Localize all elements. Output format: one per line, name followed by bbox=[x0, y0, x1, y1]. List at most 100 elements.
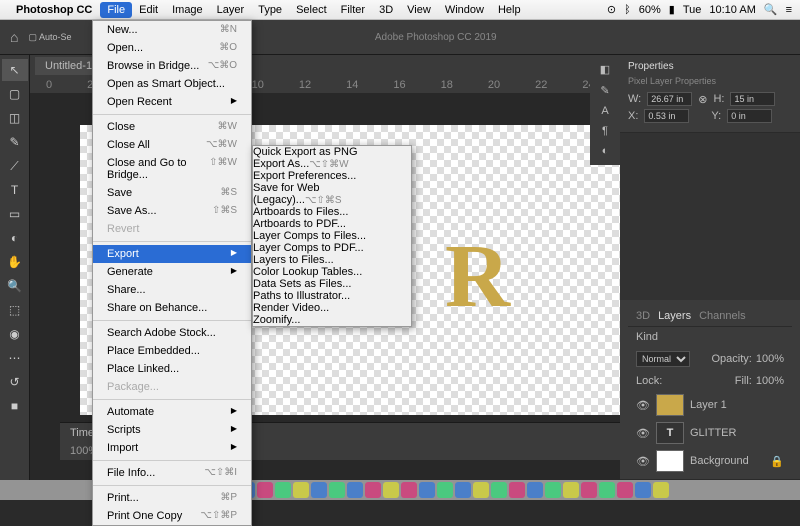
menu-item-automate[interactable]: Automate bbox=[93, 403, 251, 421]
menu-item-zoomify-[interactable]: Zoomify... bbox=[253, 314, 411, 326]
bluetooth-icon[interactable]: ᛒ bbox=[624, 4, 631, 16]
menu-item-open-[interactable]: Open...⌘O bbox=[93, 39, 251, 57]
dock-app-7[interactable] bbox=[257, 482, 273, 498]
dock-app-24[interactable] bbox=[563, 482, 579, 498]
menu-item-share-[interactable]: Share... bbox=[93, 281, 251, 299]
tool-7[interactable]: ◐ bbox=[2, 227, 28, 249]
tool-2[interactable]: ◫ bbox=[2, 107, 28, 129]
panel-icon[interactable]: ¶ bbox=[602, 125, 608, 137]
dock-app-17[interactable] bbox=[437, 482, 453, 498]
dock-app-14[interactable] bbox=[383, 482, 399, 498]
tool-5[interactable]: T bbox=[2, 179, 28, 201]
panel-icon[interactable]: ✎ bbox=[600, 84, 609, 97]
visibility-icon[interactable]: 👁 bbox=[636, 399, 650, 412]
menu-item-export[interactable]: Export bbox=[93, 245, 251, 263]
dock-app-26[interactable] bbox=[599, 482, 615, 498]
tool-0[interactable]: ↖ bbox=[2, 59, 28, 81]
dock-app-16[interactable] bbox=[419, 482, 435, 498]
tab-layers[interactable]: Layers bbox=[658, 310, 691, 322]
menu-item-print-one-copy[interactable]: Print One Copy⌥⇧⌘P bbox=[93, 507, 251, 525]
dock-app-29[interactable] bbox=[653, 482, 669, 498]
menu-item-scripts[interactable]: Scripts bbox=[93, 421, 251, 439]
menu-item-layers-to-files-[interactable]: Layers to Files... bbox=[253, 254, 411, 266]
menu-item-save-as-[interactable]: Save As...⇧⌘S bbox=[93, 202, 251, 220]
menu-item-export-preferences-[interactable]: Export Preferences... bbox=[253, 170, 411, 182]
tool-1[interactable]: ▢ bbox=[2, 83, 28, 105]
panel-icon[interactable]: ◐ bbox=[602, 145, 609, 157]
menu-edit[interactable]: Edit bbox=[132, 2, 165, 18]
menu-image[interactable]: Image bbox=[165, 2, 210, 18]
menu-item-close[interactable]: Close⌘W bbox=[93, 118, 251, 136]
dock-app-15[interactable] bbox=[401, 482, 417, 498]
menu-item-quick-export-as-png[interactable]: Quick Export as PNG bbox=[253, 146, 411, 158]
menu-file[interactable]: File bbox=[100, 2, 132, 18]
layer-row[interactable]: 👁TGLITTER bbox=[628, 419, 792, 447]
tool-3[interactable]: ✎ bbox=[2, 131, 28, 153]
menu-item-open-as-smart-object-[interactable]: Open as Smart Object... bbox=[93, 75, 251, 93]
auto-select[interactable]: ▢ Auto-Se bbox=[28, 32, 71, 43]
tool-4[interactable]: ⟋ bbox=[2, 155, 28, 177]
menu-item-close-all[interactable]: Close All⌥⌘W bbox=[93, 136, 251, 154]
tool-10[interactable]: ⬚ bbox=[2, 299, 28, 321]
notification-icon[interactable]: ≡ bbox=[786, 4, 792, 16]
menu-item-color-lookup-tables-[interactable]: Color Lookup Tables... bbox=[253, 266, 411, 278]
dock-app-27[interactable] bbox=[617, 482, 633, 498]
menu-item-export-as-[interactable]: Export As...⌥⇧⌘W bbox=[253, 158, 411, 170]
dock-app-19[interactable] bbox=[473, 482, 489, 498]
dock-app-10[interactable] bbox=[311, 482, 327, 498]
height-input[interactable] bbox=[730, 92, 775, 106]
x-input[interactable] bbox=[644, 109, 689, 123]
menu-item-browse-in-bridge-[interactable]: Browse in Bridge...⌥⌘O bbox=[93, 57, 251, 75]
menu-item-paths-to-illustrator-[interactable]: Paths to Illustrator... bbox=[253, 290, 411, 302]
dock-app-28[interactable] bbox=[635, 482, 651, 498]
menu-item-share-on-behance-[interactable]: Share on Behance... bbox=[93, 299, 251, 317]
menu-help[interactable]: Help bbox=[491, 2, 528, 18]
dock-app-9[interactable] bbox=[293, 482, 309, 498]
opacity-value[interactable]: 100% bbox=[756, 353, 784, 365]
menu-item-render-video-[interactable]: Render Video... bbox=[253, 302, 411, 314]
wifi-icon[interactable]: ⊙ bbox=[607, 3, 616, 16]
menu-item-close-and-go-to-bridge-[interactable]: Close and Go to Bridge...⇧⌘W bbox=[93, 154, 251, 184]
dock-app-8[interactable] bbox=[275, 482, 291, 498]
menu-item-import[interactable]: Import bbox=[93, 439, 251, 457]
menu-select[interactable]: Select bbox=[289, 2, 334, 18]
tool-8[interactable]: ✋ bbox=[2, 251, 28, 273]
tool-13[interactable]: ↺ bbox=[2, 371, 28, 393]
menu-item-place-linked-[interactable]: Place Linked... bbox=[93, 360, 251, 378]
dock-app-20[interactable] bbox=[491, 482, 507, 498]
dock-app-23[interactable] bbox=[545, 482, 561, 498]
tab-channels[interactable]: Channels bbox=[699, 310, 745, 322]
dock-app-13[interactable] bbox=[365, 482, 381, 498]
dock-app-18[interactable] bbox=[455, 482, 471, 498]
tool-11[interactable]: ◉ bbox=[2, 323, 28, 345]
tool-14[interactable]: ■ bbox=[2, 395, 28, 417]
blend-mode-select[interactable]: Normal bbox=[636, 351, 690, 367]
tool-12[interactable]: ⋯ bbox=[2, 347, 28, 369]
dock-app-25[interactable] bbox=[581, 482, 597, 498]
spotlight-icon[interactable]: 🔍 bbox=[764, 3, 778, 16]
dock-app-22[interactable] bbox=[527, 482, 543, 498]
fill-value[interactable]: 100% bbox=[756, 375, 784, 387]
tool-6[interactable]: ▭ bbox=[2, 203, 28, 225]
home-icon[interactable]: ⌂ bbox=[10, 29, 18, 45]
dock-app-21[interactable] bbox=[509, 482, 525, 498]
menu-3d[interactable]: 3D bbox=[372, 2, 400, 18]
dock-app-12[interactable] bbox=[347, 482, 363, 498]
link-icon[interactable]: ⊗ bbox=[698, 93, 707, 106]
menu-item-save-for-web-legacy-[interactable]: Save for Web (Legacy)...⌥⇧⌘S bbox=[253, 182, 411, 206]
menu-item-place-embedded-[interactable]: Place Embedded... bbox=[93, 342, 251, 360]
menu-layer[interactable]: Layer bbox=[210, 2, 252, 18]
menu-item-save[interactable]: Save⌘S bbox=[93, 184, 251, 202]
menu-filter[interactable]: Filter bbox=[334, 2, 372, 18]
tool-9[interactable]: 🔍 bbox=[2, 275, 28, 297]
menu-item-search-adobe-stock-[interactable]: Search Adobe Stock... bbox=[93, 324, 251, 342]
menu-window[interactable]: Window bbox=[438, 2, 491, 18]
dock-app-11[interactable] bbox=[329, 482, 345, 498]
menu-item-new-[interactable]: New...⌘N bbox=[93, 21, 251, 39]
menu-item-print-[interactable]: Print...⌘P bbox=[93, 489, 251, 507]
menu-item-generate[interactable]: Generate bbox=[93, 263, 251, 281]
panel-icon[interactable]: ◧ bbox=[600, 63, 610, 76]
layer-row[interactable]: 👁Layer 1 bbox=[628, 391, 792, 419]
visibility-icon[interactable]: 👁 bbox=[636, 455, 650, 468]
y-input[interactable] bbox=[727, 109, 772, 123]
